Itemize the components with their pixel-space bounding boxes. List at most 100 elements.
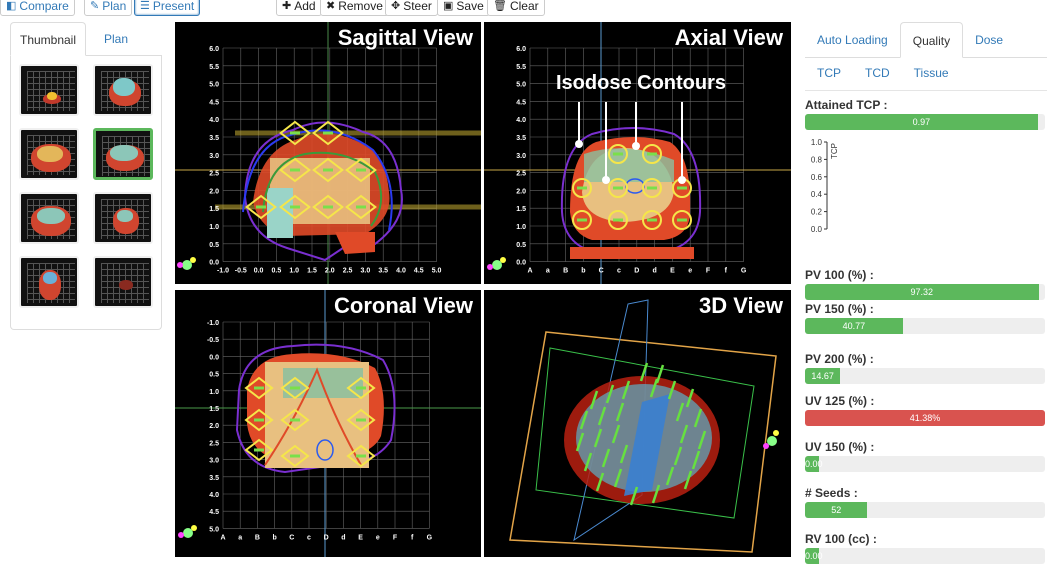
thumbnail[interactable] [93,64,153,116]
x-tick-label: F [706,268,711,275]
3d-view[interactable]: 3D View [484,290,791,557]
metric: UV 150 (%) : 0.00 [805,440,1047,472]
x-tick-label: D [634,268,639,275]
tab-plan[interactable]: Plan [86,22,146,56]
x-tick-label: E [670,268,675,275]
present-button[interactable]: ☰ Present [134,0,201,16]
thumbnail[interactable] [93,256,153,308]
x-tick-label: d [652,268,656,275]
y-tick-label: 1.0 [811,138,823,147]
y-tick-label: 0.0 [516,260,526,267]
subtab-tcd[interactable]: TCD [853,66,902,80]
x-tick-label: 3.5 [378,268,388,275]
x-tick-label: A [527,268,532,275]
metric-label: UV 150 (%) : [805,440,875,454]
thumbnail[interactable] [19,128,79,180]
y-tick-label: 2.0 [209,423,219,430]
subtab-tcp[interactable]: TCP [805,66,853,80]
x-tick-label: 2.0 [325,268,335,275]
compare-button[interactable]: ◧ Compare [0,0,75,16]
clear-button[interactable]: 🗑 Clear [487,0,545,16]
x-tick-label: b [581,268,585,275]
metric-value: 0.00 [805,548,823,564]
y-tick-label: 3.5 [209,475,219,482]
metric-value: 14.67 [805,368,841,384]
plus-icon: ✚ [282,0,292,12]
thumbnail-selected[interactable] [93,128,153,180]
x-tick-label: d [341,534,345,541]
y-tick-label: 2.5 [209,171,219,178]
y-tick-label: 4.0 [209,117,219,124]
y-tick-label: 0.8 [811,155,823,164]
x-tick-label: F [393,534,398,541]
compare-icon: ◧ [6,0,17,12]
x-tick-label: C [599,268,604,275]
tab-quality[interactable]: Quality [899,22,964,58]
x-tick-label: -0.5 [235,268,247,275]
axial-view[interactable]: 6.0 5.5 5.0 4.5 4.0 3.5 3.0 2.5 2.0 1.5 1.0 0.5 0.0 A… [484,22,791,284]
add-button[interactable]: ✚ Add [276,0,322,16]
x-tick-label: 1.5 [307,268,317,275]
x-tick-label: b [272,534,276,541]
metric-value: 40.77 [805,318,903,334]
metric-value: 0.97 [805,114,1038,130]
y-tick-label: 6.0 [209,46,219,53]
quality-panel: Auto Loading Quality Dose TCP TCD Tissue… [805,22,1047,570]
thumbnail-grid [10,56,162,330]
metric: Attained TCP : 0.97 [805,98,1047,130]
metric-label: PV 100 (%) : [805,268,874,282]
metric-bar: 0.97 [805,114,1045,130]
y-tick-label: -0.5 [207,337,219,344]
metric-label: Attained TCP : [805,98,888,112]
thumbnail[interactable] [93,192,153,244]
save-button[interactable]: ▣ Save [437,0,490,16]
thumbnail[interactable] [19,64,79,116]
tab-auto-loading[interactable]: Auto Loading [805,22,900,58]
y-tick-label: 0.4 [811,190,823,199]
plan-button[interactable]: ✎ Plan [84,0,133,16]
tab-thumbnail[interactable]: Thumbnail [10,22,86,56]
isodose-annotation: Isodose Contours [556,72,727,94]
subtab-tissue[interactable]: Tissue [902,66,961,80]
y-tick-label: 0.0 [811,225,823,232]
x-tick-label: f [725,268,728,275]
x-tick-label: a [238,534,242,541]
metric: RV 100 (cc) : 0.00 [805,532,1047,564]
metric-bar: 0.00 [805,456,1045,472]
y-tick-label: 2.5 [516,171,526,178]
x-tick-label: E [358,534,363,541]
remove-button[interactable]: ✖ Remove [320,0,389,16]
y-tick-label: 5.0 [209,526,219,533]
x-tick-label: 4.5 [414,268,424,275]
thumbnail[interactable] [19,256,79,308]
metric-label: PV 200 (%) : [805,352,874,366]
x-tick-label: -1.0 [217,268,229,275]
y-tick-label: 5.0 [209,82,219,89]
thumbnail[interactable] [19,192,79,244]
metric: # Seeds : 52 [805,486,1047,518]
coronal-view[interactable]: -1.0 -0.5 0.0 0.5 1.0 1.5 2.0 2.5 3.0 3.5 4.0 4.5 5.… [175,290,481,557]
x-tick-label: 2.5 [343,268,353,275]
x-tick-label: D [324,534,329,541]
sagittal-plot: 6.05.55.04.54.03.53.02.52.01.51.00.50.0-… [175,22,481,284]
steer-button[interactable]: ✥ Steer [385,0,438,16]
tcp-mini-chart: 1.0 0.8 0.6 0.4 0.2 0.0 TCP [805,137,865,234]
y-tick-label: 0.5 [209,372,219,379]
x-tick-label: e [688,268,692,275]
y-tick-label: 1.0 [516,224,526,231]
y-tick-label: 6.0 [516,46,526,53]
view-title: Sagittal View [337,25,473,50]
x-tick-label: f [411,534,414,541]
x-tick-label: a [546,268,550,275]
x-tick-label: B [255,534,260,541]
metric-bar: 40.77 [805,318,1045,334]
metric: PV 200 (%) : 14.67 [805,352,1047,384]
y-tick-label: 5.5 [209,64,219,71]
y-tick-label: 1.5 [209,206,219,213]
metric-bar: 14.67 [805,368,1045,384]
y-tick-label: 1.0 [209,389,219,396]
y-tick-label: 4.5 [209,99,219,106]
y-tick-label: 2.5 [209,440,219,447]
tab-dose[interactable]: Dose [963,22,1015,58]
sagittal-view[interactable]: 6.0 5.5 5.0 4.5 4.0 3.5 3.0 2.5 2.0 1.5 1.0 0.5 0.0-… [175,22,481,284]
